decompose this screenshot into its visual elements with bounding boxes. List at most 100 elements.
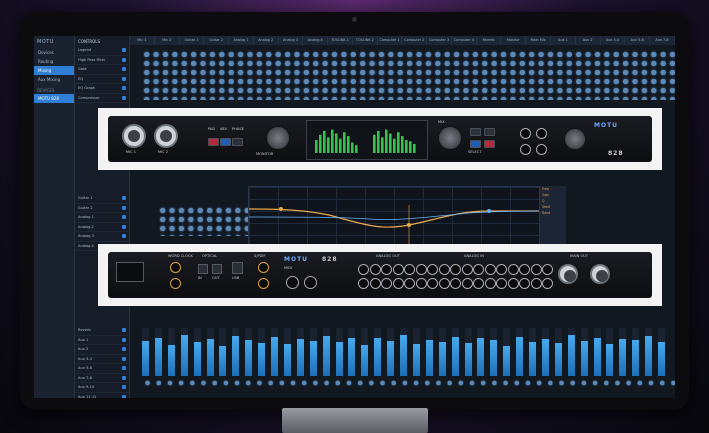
trs-jack[interactable]	[415, 278, 427, 289]
channel-row-3[interactable]: Analog 2	[75, 223, 129, 232]
mute-button[interactable]	[484, 128, 495, 136]
toggle-icon[interactable]	[122, 48, 126, 52]
knob-grid-top[interactable]	[142, 50, 675, 100]
toggle-icon[interactable]	[122, 385, 126, 389]
trs-jack[interactable]	[542, 264, 553, 275]
trs-jack[interactable]	[461, 264, 473, 275]
channel-header-11[interactable]: Computer 2	[402, 36, 428, 45]
headphone-knob[interactable]	[564, 128, 586, 150]
controls-row-1[interactable]: High Pass Filter	[75, 56, 129, 65]
channel-header-15[interactable]: Monitor	[501, 36, 527, 45]
main-out-left-xlr[interactable]	[558, 264, 578, 284]
aux-row-3[interactable]: Aux 3-4	[75, 355, 129, 364]
toggle-icon[interactable]	[122, 224, 126, 229]
channel-fader[interactable]	[400, 328, 408, 376]
channel-fader[interactable]	[554, 328, 562, 376]
channel-header-4[interactable]: Analog 1	[229, 36, 254, 45]
eq-param-4[interactable]: Band	[540, 210, 566, 216]
channel-row-1[interactable]: Guitar 2	[75, 204, 129, 213]
channel-fader[interactable]	[567, 328, 575, 376]
meter-button[interactable]	[470, 140, 481, 148]
channel-fader[interactable]	[477, 328, 485, 376]
trs-jack[interactable]	[404, 278, 415, 289]
channel-fader[interactable]	[606, 328, 614, 376]
trs-jack[interactable]	[427, 278, 438, 289]
usb-port[interactable]	[232, 262, 243, 274]
trs-jack[interactable]	[381, 278, 392, 289]
channel-header-2[interactable]: Guitar 1	[180, 36, 205, 45]
channel-fader[interactable]	[529, 328, 537, 376]
headphone-jack-4[interactable]	[536, 144, 547, 155]
trs-jack[interactable]	[358, 278, 369, 289]
channel-header-5[interactable]: Analog 2	[254, 36, 279, 45]
controls-row-5[interactable]: Compressor	[75, 94, 129, 103]
trs-jack[interactable]	[450, 264, 461, 275]
channel-fader[interactable]	[619, 328, 627, 376]
trs-jack[interactable]	[484, 264, 496, 275]
trs-jack[interactable]	[369, 264, 381, 275]
channel-fader[interactable]	[335, 328, 343, 376]
trs-jack[interactable]	[415, 264, 427, 275]
power-socket[interactable]	[116, 262, 144, 282]
channel-fader[interactable]	[296, 328, 304, 376]
channel-fader[interactable]	[632, 328, 640, 376]
headphone-jack-3[interactable]	[520, 144, 531, 155]
toggle-icon[interactable]	[122, 95, 126, 100]
toggle-icon[interactable]	[122, 205, 126, 210]
toggle-icon[interactable]	[122, 375, 126, 380]
trs-jack[interactable]	[438, 278, 450, 289]
channel-fader[interactable]	[271, 328, 279, 376]
channel-header-10[interactable]: Computer 1	[378, 36, 403, 45]
channel-row-4[interactable]: Analog 3	[75, 232, 129, 242]
toggle-icon[interactable]	[122, 86, 126, 90]
channel-header-1[interactable]: Mic 2	[155, 36, 180, 45]
trs-jack[interactable]	[358, 264, 369, 275]
trs-jack[interactable]	[507, 278, 519, 289]
channel-fader[interactable]	[438, 328, 446, 376]
channel-header-7[interactable]: Analog 4	[303, 36, 329, 45]
toggle-icon[interactable]	[122, 57, 126, 62]
channel-fader[interactable]	[503, 328, 511, 376]
toggle-icon[interactable]	[122, 356, 126, 361]
channel-fader[interactable]	[193, 328, 201, 376]
trs-jack[interactable]	[381, 264, 392, 275]
monitor-knob[interactable]	[266, 126, 290, 150]
pan-knob-row[interactable]	[142, 378, 675, 388]
aux-row-4[interactable]: Aux 5-6	[75, 364, 129, 374]
toggle-icon[interactable]	[122, 347, 126, 351]
spdif-in[interactable]	[258, 262, 269, 273]
toggle-icon[interactable]	[122, 337, 126, 342]
mic-1-input[interactable]	[122, 124, 146, 148]
channel-fader[interactable]	[412, 328, 420, 376]
channel-fader[interactable]	[309, 328, 317, 376]
channel-header-0[interactable]: Mic 1	[130, 36, 155, 45]
toggle-icon[interactable]	[122, 394, 126, 398]
channel-fader[interactable]	[464, 328, 472, 376]
trs-jack[interactable]	[496, 264, 507, 275]
channel-header-9[interactable]: TOSLINK 2	[353, 36, 378, 45]
phantom-button[interactable]	[220, 138, 231, 146]
trs-jack[interactable]	[530, 278, 542, 289]
sidebar-item-routing[interactable]: Routing	[34, 57, 74, 66]
channel-fader[interactable]	[451, 328, 459, 376]
sidebar-item-mixing[interactable]: Mixing	[34, 66, 74, 75]
trs-jack[interactable]	[438, 264, 450, 275]
mic-2-input[interactable]	[154, 124, 178, 148]
sidebar-item-devices[interactable]: Devices	[34, 48, 74, 57]
controls-row-0[interactable]: Legend	[75, 46, 129, 56]
word-clock-in[interactable]	[170, 262, 181, 273]
channel-fader[interactable]	[154, 328, 162, 376]
headphone-jack-2[interactable]	[536, 128, 547, 139]
controls-row-4[interactable]: EQ Graph	[75, 84, 129, 94]
aux-row-2[interactable]: Aux 2	[75, 345, 129, 355]
channel-fader[interactable]	[219, 328, 227, 376]
eq-parameter-panel[interactable]: Freq Gain Q Shelf Band	[540, 186, 566, 244]
trs-jack[interactable]	[530, 264, 542, 275]
sidebar-device[interactable]: MOTU 828	[34, 94, 74, 103]
trs-jack[interactable]	[427, 264, 438, 275]
channel-fader[interactable]	[490, 328, 498, 376]
channel-fader[interactable]	[283, 328, 291, 376]
trs-jack[interactable]	[519, 278, 530, 289]
spdif-out[interactable]	[258, 278, 269, 289]
headphone-jack-1[interactable]	[520, 128, 531, 139]
